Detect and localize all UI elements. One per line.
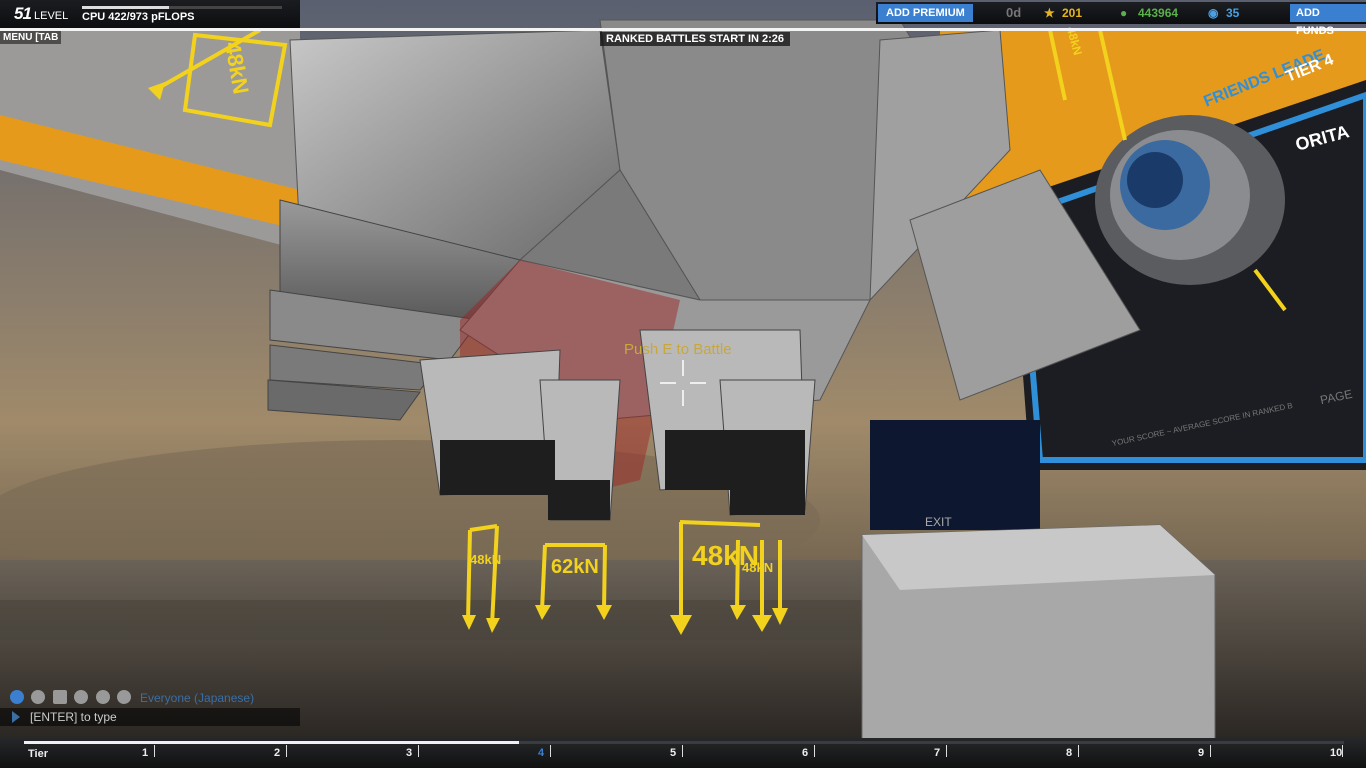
star-icon: ★: [1044, 6, 1055, 20]
tier-tick: [550, 745, 551, 757]
tier-mark-7: 7: [934, 747, 941, 759]
chat-arrow-icon: [12, 711, 20, 723]
party3-icon[interactable]: [117, 690, 132, 704]
tier-mark-4: 4: [538, 747, 545, 759]
level-number: 51: [14, 4, 32, 23]
tier-progress-bar: Tier 1 2 3 4 5 6 7 8 9 10: [0, 738, 1366, 768]
p-icon[interactable]: [52, 690, 67, 704]
chat-channel-label: Everyone (Japanese): [140, 691, 255, 705]
battle-prompt: Push E to Battle: [624, 341, 732, 358]
premium-days: 0d: [1006, 5, 1022, 20]
currency-panel: ADD PREMIUM 0d ★ 201 ● 443964 ◉ 35 ADD F…: [876, 2, 1366, 37]
person-icon[interactable]: [31, 690, 46, 704]
tier-label: Tier: [28, 748, 48, 760]
tier-tick: [286, 745, 287, 757]
chat-input-hint: [ENTER] to type: [30, 710, 117, 724]
force-label: 48kN: [742, 560, 774, 575]
cpu-readout: CPU 422/973 pFLOPS: [82, 11, 195, 23]
stars-count: 201: [1062, 6, 1083, 20]
robits-count: 443964: [1138, 6, 1179, 20]
cpu-bar: [82, 6, 282, 9]
party1-icon[interactable]: [74, 690, 89, 704]
tier-tick: [946, 745, 947, 757]
chat-channel-icons: [10, 690, 134, 706]
tier-track: [24, 741, 1344, 744]
force-label: 62kN: [551, 556, 599, 578]
party2-icon[interactable]: [95, 690, 110, 704]
game-scene: [0, 0, 1366, 768]
tier-tick: [1210, 745, 1211, 757]
cosmetic-credits-count: 35: [1226, 6, 1240, 20]
tier-mark-3: 3: [406, 747, 413, 759]
player-level-panel: 51 LEVEL CPU 422/973 pFLOPS: [0, 0, 300, 28]
cosmetic-credit-icon: ◉: [1208, 6, 1219, 20]
tier-mark-9: 9: [1198, 747, 1205, 759]
menu-tab-hint[interactable]: MENU [TAB: [0, 31, 62, 44]
tier-tick: [682, 745, 683, 757]
tier-tick: [814, 745, 815, 757]
tier-mark-10: 10: [1330, 747, 1343, 759]
tier-mark-6: 6: [802, 747, 809, 759]
top-divider: [0, 28, 1366, 31]
tier-tick: [154, 745, 155, 757]
tier-tick: [1078, 745, 1079, 757]
add-funds-button[interactable]: ADD FUNDS: [1290, 4, 1366, 37]
tier-mark-5: 5: [670, 747, 677, 759]
tier-mark-8: 8: [1066, 747, 1073, 759]
tier-track-fill: [24, 741, 519, 744]
ranked-timer: RANKED BATTLES START IN 2:26: [600, 32, 791, 46]
add-premium-button[interactable]: ADD PREMIUM: [878, 4, 973, 22]
exit-sign: EXIT: [925, 515, 952, 529]
chat-input[interactable]: [ENTER] to type: [0, 708, 300, 726]
robit-icon: ●: [1120, 6, 1128, 20]
globe-icon[interactable]: [10, 690, 24, 704]
tier-tick: [418, 745, 419, 757]
cpu-bar-fill: [82, 6, 169, 9]
tier-mark-1: 1: [142, 747, 149, 759]
force-label: 48kN: [470, 552, 502, 567]
level-word: LEVEL: [34, 10, 69, 22]
tier-mark-2: 2: [274, 747, 281, 759]
